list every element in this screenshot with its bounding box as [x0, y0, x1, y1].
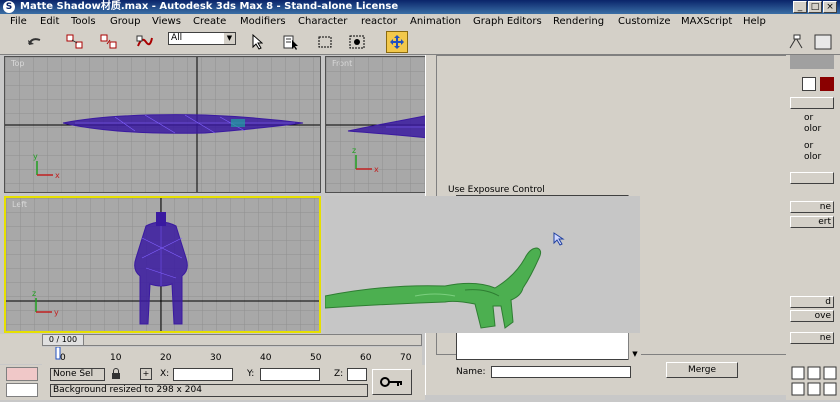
y-label: Y:	[247, 369, 255, 379]
z-label: Z:	[334, 369, 344, 379]
menu-graph-editors[interactable]: Graph Editors	[473, 14, 542, 29]
time-slider[interactable]: 0 / 100	[42, 334, 422, 346]
window-title: Matte Shadow材质.max - Autodesk 3ds Max 8 …	[20, 1, 399, 12]
menu-help[interactable]: Help	[743, 14, 766, 29]
cmd-button[interactable]: ert	[790, 216, 834, 228]
maximize-button[interactable]: □	[808, 1, 822, 13]
menu-create[interactable]: Create	[193, 14, 226, 29]
close-button[interactable]: ×	[823, 1, 837, 13]
select-and-link-icon[interactable]	[64, 31, 86, 53]
svg-text:z: z	[352, 146, 356, 155]
menu-tools[interactable]: Tools	[71, 14, 96, 29]
time-slider-thumb[interactable]: 0 / 100	[43, 335, 84, 345]
app-icon[interactable]: S	[3, 1, 15, 13]
viewport-left[interactable]: Left z y	[4, 196, 321, 333]
title-bar: S Matte Shadow材质.max - Autodesk 3ds Max …	[0, 0, 840, 14]
dialog-side-region	[640, 196, 786, 336]
command-panel: or olor or olor ne ert d ove ne	[786, 55, 840, 400]
select-and-move-icon[interactable]	[386, 31, 408, 53]
ruler-tick: 50	[310, 353, 322, 363]
color-swatch[interactable]	[802, 77, 816, 91]
svg-text:x: x	[55, 171, 60, 180]
svg-text:x: x	[374, 165, 379, 174]
command-panel-tabs[interactable]	[790, 55, 834, 69]
merge-button[interactable]: Merge	[666, 362, 738, 378]
svg-text:y: y	[54, 308, 59, 317]
svg-text:z: z	[32, 289, 36, 298]
menu-bar: File Edit Tools Group Views Create Modif…	[0, 14, 840, 29]
menu-views[interactable]: Views	[152, 14, 181, 29]
x-label: X:	[160, 369, 170, 379]
ruler-tick: 0	[60, 353, 66, 363]
viewport-nav-controls[interactable]	[790, 365, 838, 399]
viewport-top[interactable]: Top y x	[4, 56, 321, 193]
undo-icon[interactable]	[24, 31, 46, 53]
rectangular-selection-region-icon[interactable]	[314, 31, 336, 53]
z-coordinate-field[interactable]	[347, 368, 367, 381]
absolute-mode-icon[interactable]: +	[140, 368, 152, 380]
selection-count: None Sel	[50, 368, 105, 381]
menu-maxscript[interactable]: MAXScript	[681, 14, 732, 29]
cmd-tab[interactable]	[790, 97, 834, 109]
menu-rendering[interactable]: Rendering	[553, 14, 604, 29]
dialog-top-region	[640, 56, 786, 196]
set-key-button[interactable]	[372, 369, 412, 395]
menu-reactor[interactable]: reactor	[361, 14, 397, 29]
rendered-frame	[325, 196, 640, 333]
ruler-tick: 60	[360, 353, 372, 363]
menu-customize[interactable]: Customize	[618, 14, 671, 29]
ruler-tick: 20	[160, 353, 172, 363]
material-color-swatch[interactable]	[820, 77, 834, 91]
menu-edit[interactable]: Edit	[40, 14, 59, 29]
y-coordinate-field[interactable]	[260, 368, 320, 381]
select-object-icon[interactable]	[246, 31, 268, 53]
cmd-label: or	[804, 141, 814, 151]
mouse-cursor-icon	[553, 232, 565, 246]
unlink-selection-icon[interactable]	[98, 31, 120, 53]
render-scene-icon[interactable]	[786, 31, 808, 53]
main-toolbar: All ▼	[0, 29, 840, 55]
x-coordinate-field[interactable]	[173, 368, 233, 381]
prompt-line: Background resized to 298 x 204	[50, 384, 368, 397]
cmd-button[interactable]	[790, 172, 834, 184]
key-icon	[380, 377, 402, 387]
cmd-label: olor	[804, 152, 822, 162]
track-bar[interactable]: 0 10 20 30 40 50 60 70	[42, 347, 422, 365]
select-by-name-icon[interactable]	[280, 31, 302, 53]
cmd-button[interactable]: ne	[790, 201, 834, 213]
cmd-button[interactable]: ne	[790, 332, 834, 344]
menu-animation[interactable]: Animation	[410, 14, 461, 29]
selection-filter-value: All	[171, 33, 183, 43]
chevron-down-icon: ▼	[224, 33, 235, 44]
menu-modifiers[interactable]: Modifiers	[240, 14, 286, 29]
cmd-button[interactable]: d	[790, 296, 834, 308]
ruler-tick: 10	[110, 353, 122, 363]
minimize-button[interactable]: _	[793, 1, 807, 13]
menu-group[interactable]: Group	[110, 14, 140, 29]
cmd-label: olor	[804, 124, 822, 134]
window-crossing-icon[interactable]	[346, 31, 368, 53]
cmd-button[interactable]: ove	[790, 310, 834, 322]
chevron-down-icon[interactable]: ▼	[629, 350, 641, 360]
ruler-tick: 70	[400, 353, 412, 363]
exposure-caption: Use Exposure Control	[448, 185, 545, 195]
maxscript-listener-mini[interactable]	[6, 367, 38, 381]
status-bar: None Sel + X: Y: Z: Background resized t…	[0, 365, 425, 400]
bind-to-space-warp-icon[interactable]	[134, 31, 156, 53]
selection-filter-dropdown[interactable]: All ▼	[168, 32, 236, 45]
name-field[interactable]	[491, 366, 631, 378]
track-bar-left	[0, 334, 42, 364]
ruler-tick: 40	[260, 353, 272, 363]
maxscript-mini-input[interactable]	[6, 383, 38, 397]
lock-selection-icon[interactable]	[110, 368, 122, 380]
cmd-label: or	[804, 113, 814, 123]
name-label: Name:	[456, 367, 486, 377]
ruler-tick: 30	[210, 353, 222, 363]
menu-character[interactable]: Character	[298, 14, 347, 29]
svg-text:y: y	[33, 152, 38, 161]
menu-file[interactable]: File	[10, 14, 27, 29]
quick-render-icon[interactable]	[812, 31, 834, 53]
